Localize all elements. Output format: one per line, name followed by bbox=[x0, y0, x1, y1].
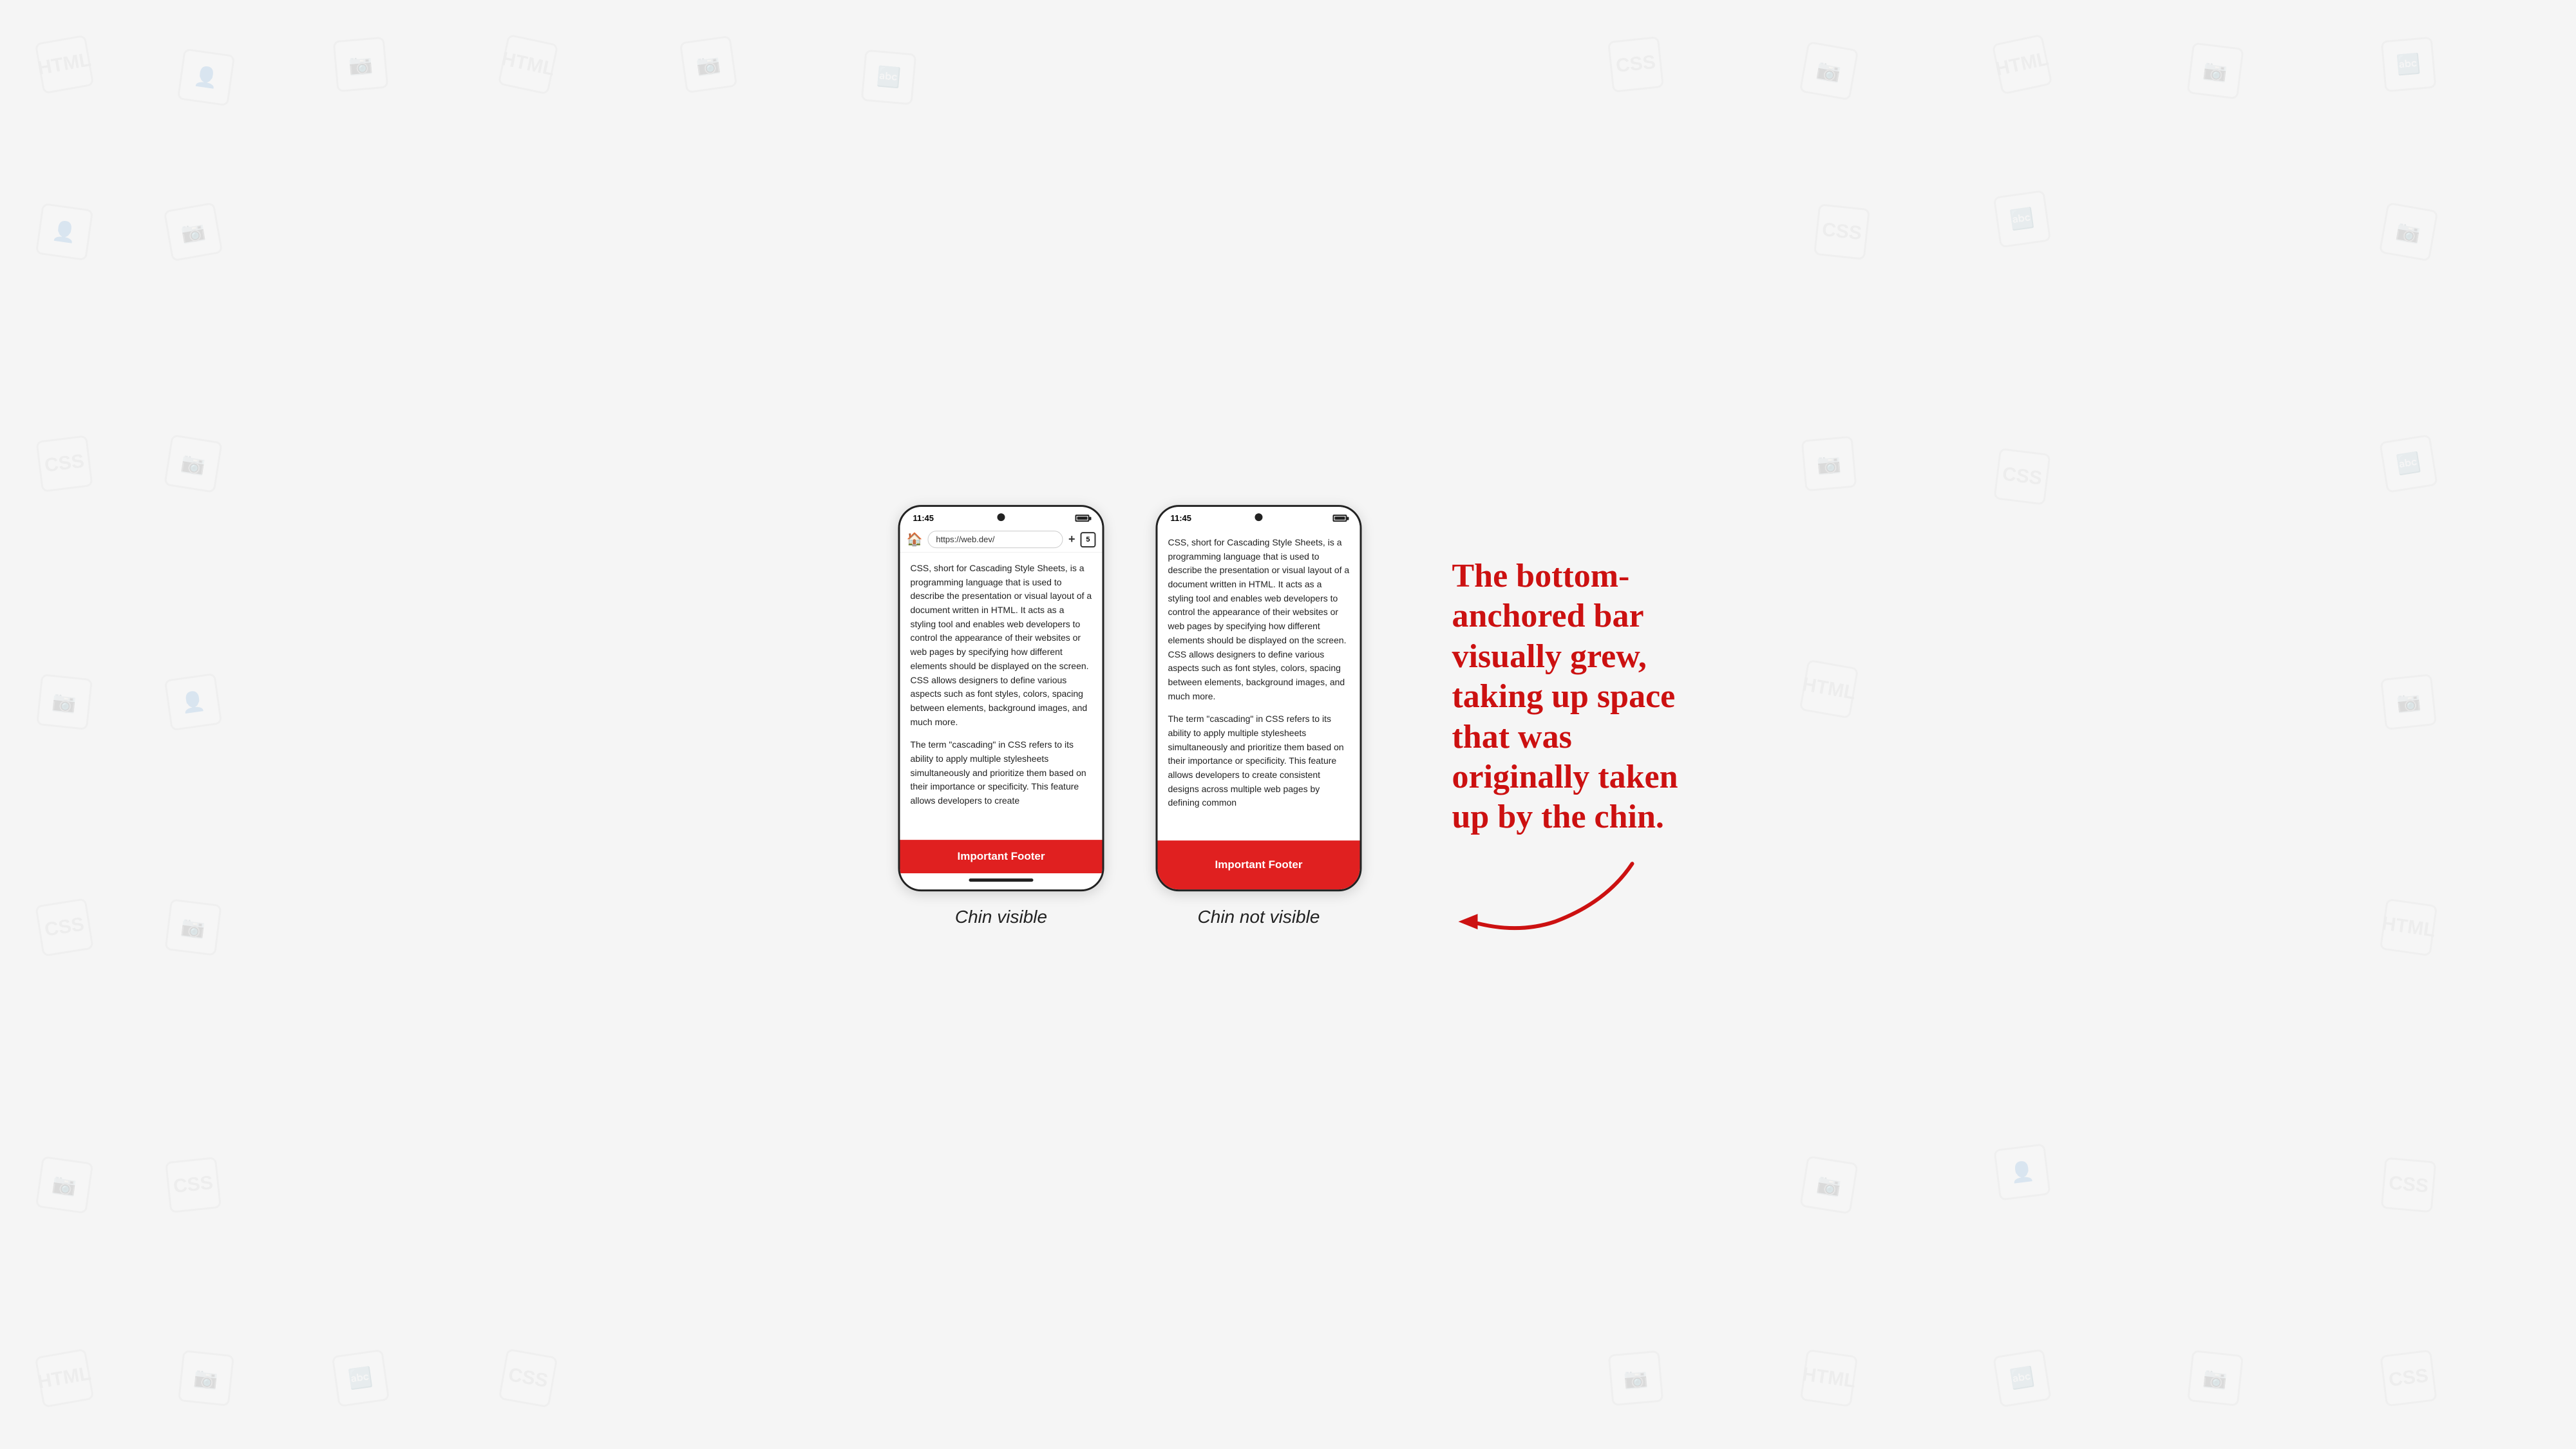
deco-icon-21: HTML bbox=[1799, 659, 1859, 719]
status-bar-2: 11:45 bbox=[1157, 507, 1359, 527]
deco-icon-33: 🔤 bbox=[332, 1349, 390, 1407]
deco-icon-5: CSS bbox=[1607, 36, 1664, 93]
phone-chin-not-visible: 11:45 CSS, short for Cascading Style She… bbox=[1155, 505, 1361, 891]
deco-icon-24: 📷 bbox=[164, 898, 222, 956]
phone-chin-visible-wrapper: 11:45 🏠 https://web.dev/ + 5 CSS, short … bbox=[898, 505, 1104, 927]
content-para-1-1: CSS, short for Cascading Style Sheets, i… bbox=[910, 562, 1092, 729]
status-bar-1: 11:45 bbox=[900, 507, 1102, 527]
deco-icon-39: CSS bbox=[2380, 1349, 2437, 1406]
deco-html-2: HTML bbox=[498, 34, 559, 95]
deco-icon-25: HTML bbox=[2380, 898, 2438, 956]
deco-icon-9: 👤 bbox=[35, 203, 93, 261]
camera-notch-2 bbox=[1255, 513, 1262, 521]
phone-footer-1: Important Footer bbox=[900, 840, 1102, 873]
deco-icon-17: CSS bbox=[1993, 448, 2050, 505]
tab-count[interactable]: 5 bbox=[1080, 532, 1095, 547]
phone-content-2: CSS, short for Cascading Style Sheets, i… bbox=[1157, 527, 1359, 840]
deco-icon-14: CSS bbox=[35, 435, 93, 492]
deco-icon-1: 👤 bbox=[177, 48, 235, 106]
battery-icon-1 bbox=[1075, 515, 1089, 522]
deco-icon-23: CSS bbox=[35, 898, 94, 957]
deco-icon-3: 📷 bbox=[679, 35, 737, 93]
annotation-line-originally-taken: originally taken bbox=[1452, 759, 1678, 795]
home-button[interactable]: 🏠 bbox=[906, 531, 922, 547]
phone-footer-2: Important Footer bbox=[1157, 840, 1359, 889]
deco-icon-37: 🔤 bbox=[1993, 1349, 2052, 1408]
content-para-2-1: CSS, short for Cascading Style Sheets, i… bbox=[1168, 536, 1349, 703]
deco-icon-26: 📷 bbox=[35, 1156, 93, 1214]
deco-icon-15: 📷 bbox=[164, 434, 223, 493]
deco-html-1: HTML bbox=[35, 35, 95, 95]
main-content: 11:45 🏠 https://web.dev/ + 5 CSS, short … bbox=[898, 505, 1678, 944]
arrow-container bbox=[1452, 851, 1658, 944]
annotation-text: The bottom-anchored barvisually grew,tak… bbox=[1452, 556, 1678, 838]
deco-icon-11: CSS bbox=[1814, 204, 1870, 260]
phone-chin-not-visible-wrapper: 11:45 CSS, short for Cascading Style She… bbox=[1155, 505, 1361, 927]
status-time-2: 11:45 bbox=[1170, 513, 1191, 523]
deco-icon-29: 👤 bbox=[1993, 1143, 2050, 1200]
status-right-2 bbox=[1332, 515, 1347, 522]
deco-icon-19: 📷 bbox=[36, 674, 93, 730]
deco-icon-7: 📷 bbox=[2186, 42, 2244, 99]
deco-icon-34: CSS bbox=[498, 1349, 558, 1408]
deco-icon-38: 📷 bbox=[2187, 1350, 2244, 1406]
deco-html-3: HTML bbox=[1992, 34, 2053, 95]
url-bar[interactable]: https://web.dev/ bbox=[927, 531, 1063, 548]
deco-icon-16: 📷 bbox=[1801, 436, 1857, 492]
deco-icon-36: HTML bbox=[1800, 1349, 1858, 1407]
deco-icon-2: 📷 bbox=[333, 37, 389, 93]
annotation-line-that-was: that was bbox=[1452, 719, 1571, 755]
phone-chin-visible: 11:45 🏠 https://web.dev/ + 5 CSS, short … bbox=[898, 505, 1104, 891]
camera-notch-1 bbox=[997, 513, 1005, 521]
content-para-1-2: The term "cascading" in CSS refers to it… bbox=[910, 738, 1092, 808]
deco-icon-18: 🔤 bbox=[2379, 434, 2438, 493]
phone-chin-bar bbox=[900, 873, 1102, 889]
chin-indicator bbox=[969, 878, 1033, 882]
content-para-2-2: The term "cascading" in CSS refers to it… bbox=[1168, 712, 1349, 810]
deco-icon-20: 👤 bbox=[164, 673, 222, 731]
deco-icon-8: 🔤 bbox=[2381, 37, 2437, 93]
annotation-arrow bbox=[1452, 851, 1658, 941]
caption-chin-visible: Chin visible bbox=[955, 907, 1047, 927]
status-right-1 bbox=[1075, 515, 1089, 522]
deco-icon-28: 📷 bbox=[1799, 1155, 1859, 1215]
deco-icon-10: 📷 bbox=[164, 202, 223, 262]
new-tab-button[interactable]: + bbox=[1068, 533, 1075, 546]
phone-content-1: CSS, short for Cascading Style Sheets, i… bbox=[900, 553, 1102, 840]
deco-icon-6: 📷 bbox=[1799, 41, 1859, 101]
deco-icon-30: CSS bbox=[2381, 1157, 2437, 1213]
deco-icon-31: HTML bbox=[35, 1349, 95, 1408]
battery-icon-2 bbox=[1332, 515, 1347, 522]
annotation-container: The bottom-anchored barvisually grew,tak… bbox=[1452, 556, 1678, 944]
address-bar-row: 🏠 https://web.dev/ + 5 bbox=[900, 527, 1102, 553]
status-time-1: 11:45 bbox=[913, 513, 934, 523]
deco-icon-27: CSS bbox=[165, 1157, 222, 1213]
deco-icon-13: 📷 bbox=[2379, 202, 2439, 262]
deco-icon-32: 📷 bbox=[178, 1350, 234, 1406]
deco-icon-22: 📷 bbox=[2380, 674, 2437, 730]
deco-icon-35: 📷 bbox=[1608, 1350, 1664, 1406]
deco-icon-12: 🔤 bbox=[1993, 190, 2051, 248]
caption-chin-not-visible: Chin not visible bbox=[1198, 907, 1320, 927]
deco-icon-4: 🔤 bbox=[861, 50, 917, 106]
